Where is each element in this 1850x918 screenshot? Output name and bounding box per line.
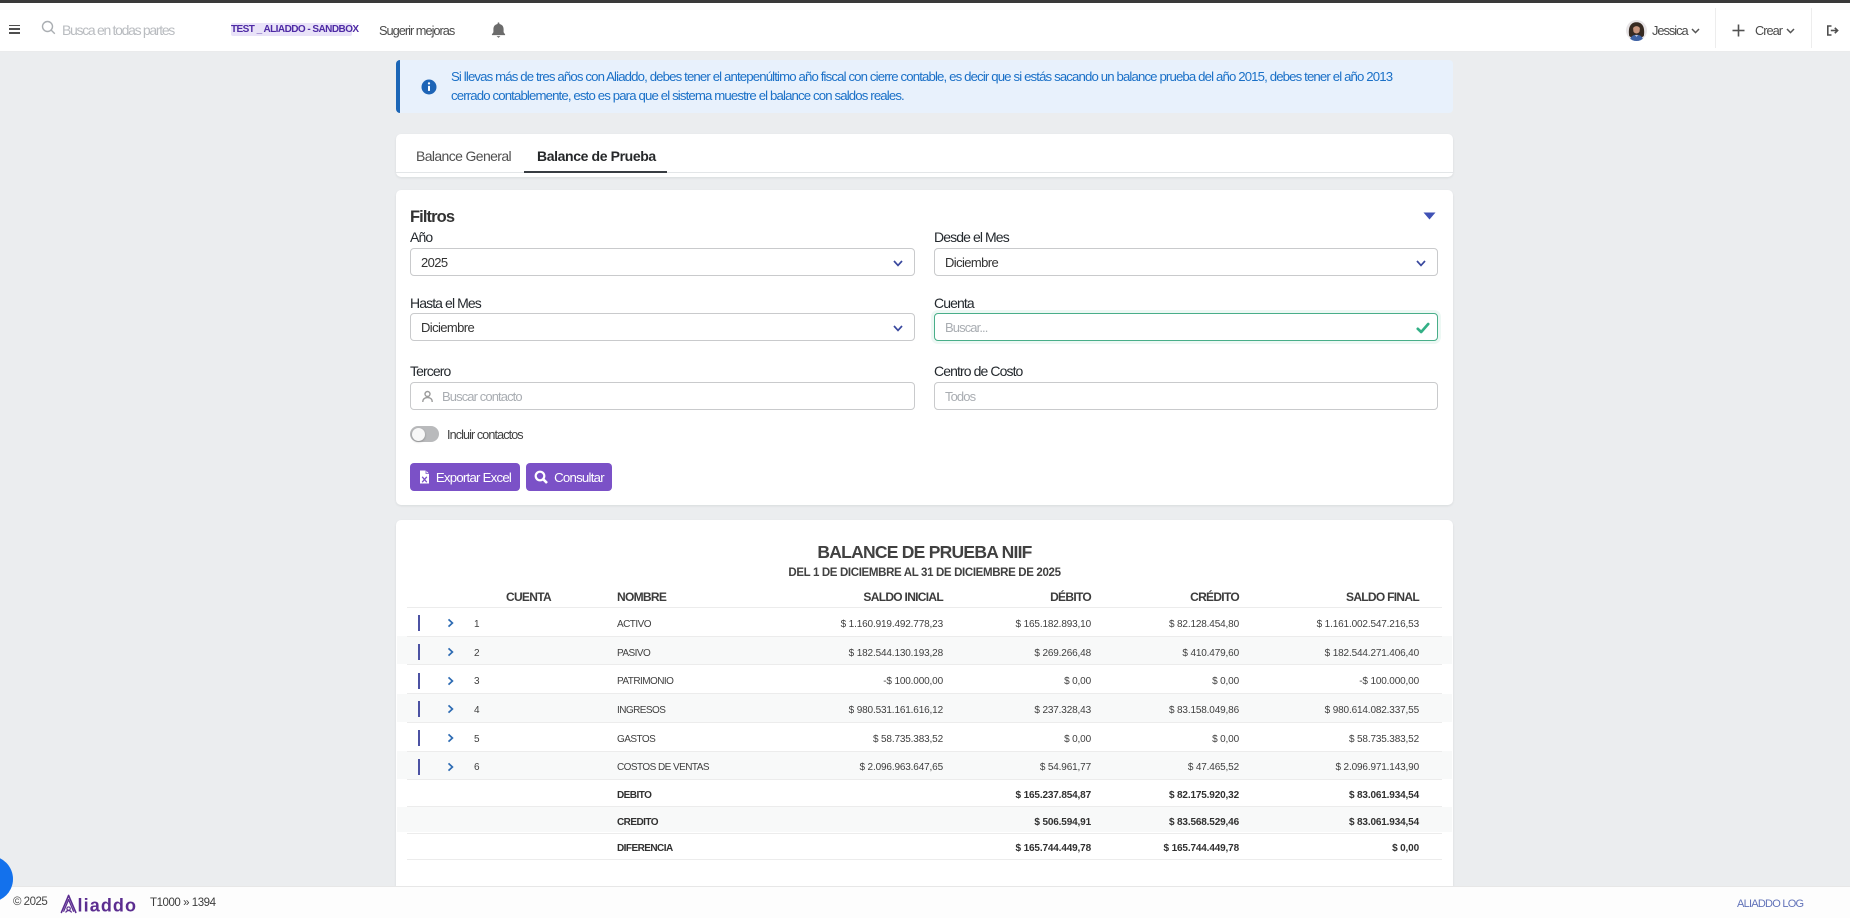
svg-text:liaddo: liaddo [78,896,138,915]
